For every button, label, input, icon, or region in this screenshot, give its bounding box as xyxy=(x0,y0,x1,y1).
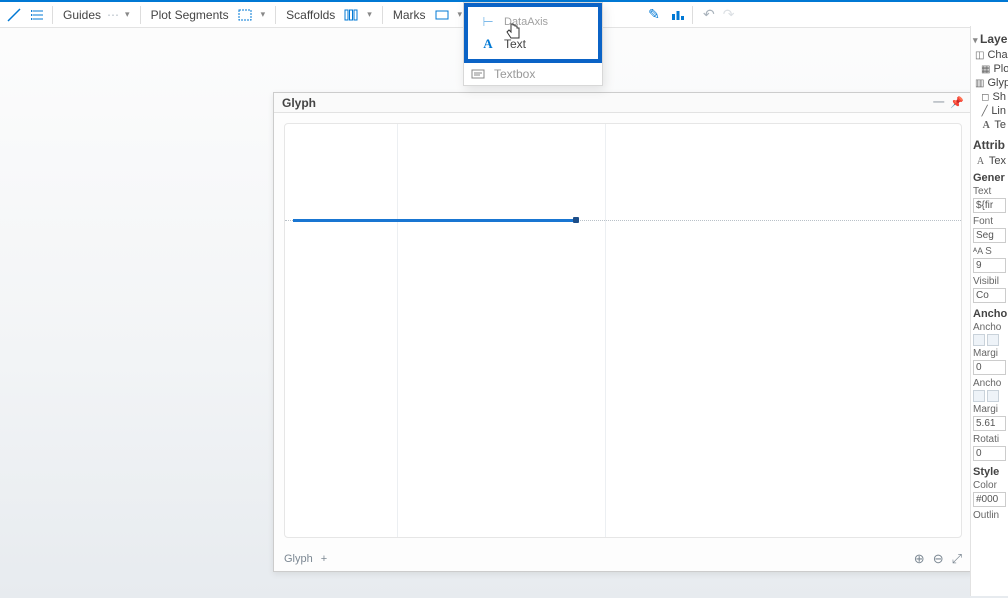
zoom-out-icon[interactable]: ⊖ xyxy=(933,551,944,567)
general-section: Gener xyxy=(973,172,1006,184)
vertical-guide xyxy=(397,124,398,537)
anchor-section: Ancho xyxy=(973,308,1006,320)
glyph-canvas[interactable] xyxy=(284,123,962,538)
color-label: Color xyxy=(973,480,1006,491)
text-a-icon: A xyxy=(480,37,496,51)
layer-text[interactable]: ATe xyxy=(973,118,1006,132)
shape-icon: ◻ xyxy=(981,91,990,103)
attributes-section-title: Attrib xyxy=(973,138,1006,152)
flyout-item-dataaxis[interactable]: ⊢ DataAxis xyxy=(474,11,592,33)
anchor-y-buttons[interactable] xyxy=(973,390,1006,402)
flyout-label: Text xyxy=(504,37,526,51)
chevron-down-icon: ▾ xyxy=(458,9,463,20)
marks-dropdown[interactable]: Marks ▾ xyxy=(387,2,468,27)
guides-dropdown[interactable]: Guides ⋯ ▾ xyxy=(57,2,136,27)
marks-flyout-menu: ⊢ DataAxis A Text Textbox xyxy=(463,2,603,86)
scaffolds-dropdown[interactable]: Scaffolds ▾ xyxy=(280,2,378,27)
text-layer-icon: A xyxy=(981,119,991,131)
rect-dashed-icon xyxy=(235,5,255,25)
label: Marks xyxy=(393,8,426,22)
axis-icon: ⊢ xyxy=(480,15,496,29)
flyout-item-text[interactable]: A Text xyxy=(474,33,592,55)
glyph-icon: ▥ xyxy=(975,77,984,89)
layer-plot[interactable]: ▦Plo xyxy=(973,62,1006,76)
flyout-highlight-box: ⊢ DataAxis A Text xyxy=(464,3,602,63)
layer-shape[interactable]: ◻Sh xyxy=(973,90,1006,104)
vertical-guide xyxy=(605,124,606,537)
plot-segments-dropdown[interactable]: Plot Segments ▾ xyxy=(145,2,272,27)
chart-icon: ◫ xyxy=(975,49,984,61)
font-label: Font xyxy=(973,216,1006,227)
text-label: Text xyxy=(973,186,1006,197)
margin-x-input[interactable] xyxy=(973,360,1006,375)
anchor-handle[interactable] xyxy=(573,217,579,223)
flyout-label: DataAxis xyxy=(504,16,548,28)
visibility-label: Visibil xyxy=(973,276,1006,287)
label: Guides xyxy=(63,8,101,22)
fit-icon[interactable]: ⤢ xyxy=(952,551,962,567)
text-input[interactable] xyxy=(973,198,1006,213)
glyph-title: Glyph xyxy=(282,96,316,110)
align-top-button[interactable] xyxy=(973,390,985,402)
anchor-x-buttons[interactable] xyxy=(973,334,1006,346)
separator xyxy=(275,6,276,24)
chevron-down-icon: ▾ xyxy=(367,9,372,20)
layer-glyph[interactable]: ▥Glyph xyxy=(973,76,1006,90)
color-input[interactable] xyxy=(973,492,1006,507)
add-glyph-button[interactable]: + xyxy=(321,553,327,565)
rotation-label: Rotati xyxy=(973,434,1006,445)
label: Plot Segments xyxy=(151,8,229,22)
separator xyxy=(382,6,383,24)
layer-line[interactable]: ╱Lin xyxy=(973,104,1006,118)
separator xyxy=(692,6,693,24)
style-section: Style xyxy=(973,466,1006,478)
list-tool-icon[interactable] xyxy=(28,5,48,25)
rotation-input[interactable] xyxy=(973,446,1006,461)
textbox-icon xyxy=(470,67,486,81)
bar-tool-icon[interactable] xyxy=(668,5,688,25)
chevron-down-icon: ▾ xyxy=(125,9,130,20)
separator xyxy=(140,6,141,24)
flyout-label: Textbox xyxy=(494,67,535,81)
redo-icon[interactable]: ↷ xyxy=(723,6,735,23)
glyph-line-mark[interactable] xyxy=(293,219,575,222)
font-input[interactable] xyxy=(973,228,1006,243)
glyph-header: Glyph — 📌 xyxy=(274,93,972,113)
align-middle-button[interactable] xyxy=(987,390,999,402)
margin-y-label: Margi xyxy=(973,404,1006,415)
glyph-footer: Glyph + ⊕ ⊖ ⤢ xyxy=(284,551,962,567)
size-label: S xyxy=(985,246,992,257)
glyph-editor-window: Glyph — 📌 Glyph + ⊕ ⊖ ⤢ xyxy=(273,92,973,572)
edit-tool-icon[interactable]: ✎ xyxy=(644,5,664,25)
right-properties-panel: ▾ Layers ◫Chart ▦Plo ▥Glyph ◻Sh ╱Lin ATe… xyxy=(970,26,1008,596)
glyph-footer-label: Glyph xyxy=(284,553,313,565)
label: Scaffolds xyxy=(286,8,335,22)
margin-label: Margi xyxy=(973,348,1006,359)
line-tool-icon[interactable] xyxy=(4,5,24,25)
align-center-button[interactable] xyxy=(987,334,999,346)
layers-section-title: ▾ Layers xyxy=(973,32,1006,46)
grid-icon: ▦ xyxy=(981,63,990,75)
minimize-icon[interactable]: — xyxy=(933,96,944,109)
margin-y-input[interactable] xyxy=(973,416,1006,431)
layer-chart[interactable]: ◫Chart xyxy=(973,48,1006,62)
rect-icon xyxy=(432,5,452,25)
separator xyxy=(52,6,53,24)
pin-icon[interactable]: 📌 xyxy=(950,96,964,109)
flyout-item-textbox[interactable]: Textbox xyxy=(464,63,602,85)
columns-icon xyxy=(341,5,361,25)
align-left-button[interactable] xyxy=(973,334,985,346)
visibility-input[interactable] xyxy=(973,288,1006,303)
anchor-label: Ancho xyxy=(973,322,1006,333)
anchor-y-label: Ancho xyxy=(973,378,1006,389)
chevron-down-icon: ▾ xyxy=(261,9,266,20)
text-attr-icon: A xyxy=(975,155,986,167)
line-icon: ╱ xyxy=(981,105,988,117)
zoom-in-icon[interactable]: ⊕ xyxy=(914,551,925,567)
attr-item-text[interactable]: ATex xyxy=(973,154,1006,168)
undo-icon[interactable]: ↶ xyxy=(703,6,715,23)
size-input[interactable] xyxy=(973,258,1006,273)
outline-label: Outlin xyxy=(973,510,1006,521)
